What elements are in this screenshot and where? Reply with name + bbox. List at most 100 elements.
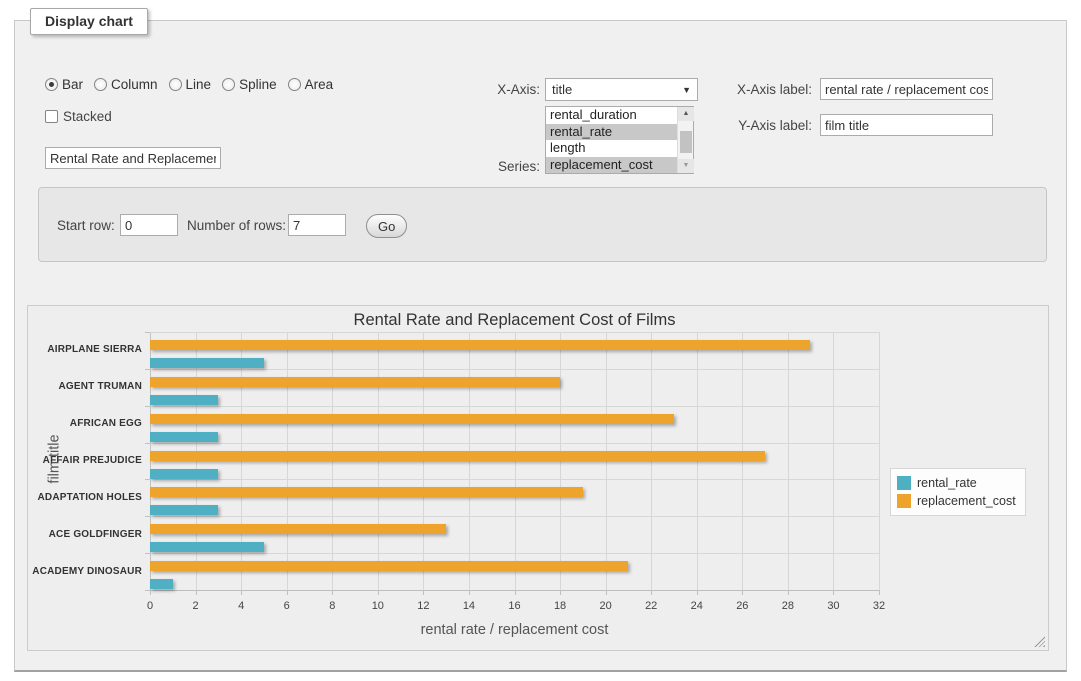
category-label: AFRICAN EGG	[28, 418, 142, 429]
bar-replacement_cost[interactable]	[150, 451, 765, 461]
chart-type-area[interactable]: Area	[288, 77, 334, 92]
category-label: AIRPLANE SIERRA	[28, 344, 142, 355]
yaxis-tick	[145, 406, 150, 407]
series-option-rental_duration[interactable]: rental_duration	[546, 107, 677, 124]
legend-item-rental_rate[interactable]: rental_rate	[897, 474, 1016, 492]
yaxis-tick	[145, 479, 150, 480]
xaxis-tick-label: 6	[270, 600, 304, 612]
radio-icon[interactable]	[222, 78, 235, 91]
gridline-vertical	[833, 332, 834, 590]
go-button[interactable]: Go	[366, 214, 407, 238]
legend-label: rental_rate	[917, 476, 977, 490]
radio-icon[interactable]	[94, 78, 107, 91]
gridline-vertical	[697, 332, 698, 590]
num-rows-label: Number of rows:	[187, 218, 286, 233]
xaxis-tick	[742, 590, 743, 595]
xaxis-label-field-label: X-Axis label:	[702, 82, 812, 97]
num-rows-input[interactable]	[288, 214, 346, 236]
xaxis-tick-label: 32	[862, 600, 896, 612]
chart-type-spline[interactable]: Spline	[222, 77, 277, 92]
yaxis-tick	[145, 443, 150, 444]
radio-icon[interactable]	[45, 78, 58, 91]
xaxis-tick-label: 20	[589, 600, 623, 612]
xaxis-tick-label: 24	[680, 600, 714, 612]
xaxis-tick-label: 26	[725, 600, 759, 612]
chart-type-bar[interactable]: Bar	[45, 77, 83, 92]
xaxis-selected-value: title	[552, 82, 572, 97]
xaxis-tick	[833, 590, 834, 595]
bar-rental_rate[interactable]	[150, 579, 173, 589]
radio-label: Line	[186, 77, 212, 92]
gridline-vertical	[742, 332, 743, 590]
xaxis-tick	[423, 590, 424, 595]
bar-rental_rate[interactable]	[150, 395, 218, 405]
xaxis-tick	[332, 590, 333, 595]
legend-swatch	[897, 476, 911, 490]
chart-type-column[interactable]: Column	[94, 77, 158, 92]
series-option-rental_rate[interactable]: rental_rate	[546, 124, 677, 141]
gridline-horizontal	[150, 516, 879, 517]
xaxis-title: rental rate / replacement cost	[150, 622, 879, 638]
legend-item-replacement_cost[interactable]: replacement_cost	[897, 492, 1016, 510]
xaxis-tick	[378, 590, 379, 595]
series-listbox[interactable]: rental_durationrental_ratelengthreplacem…	[545, 106, 694, 174]
xaxis-tick	[651, 590, 652, 595]
xaxis-select[interactable]: title ▼	[545, 78, 698, 101]
scroll-up-icon[interactable]: ▲	[678, 107, 694, 121]
gridline-vertical	[788, 332, 789, 590]
yaxis-tick	[145, 369, 150, 370]
xaxis-tick-label: 22	[634, 600, 668, 612]
xaxis-tick-label: 18	[543, 600, 577, 612]
bar-rental_rate[interactable]	[150, 358, 264, 368]
scroll-down-icon[interactable]: ▼	[678, 159, 694, 173]
xaxis-tick	[515, 590, 516, 595]
bar-replacement_cost[interactable]	[150, 524, 446, 534]
xaxis-label-input[interactable]	[820, 78, 993, 100]
gridline-horizontal	[150, 332, 879, 333]
xaxis-tick-label: 30	[816, 600, 850, 612]
chart-legend: rental_rate replacement_cost	[890, 468, 1026, 516]
gridline-horizontal	[150, 553, 879, 554]
bar-rental_rate[interactable]	[150, 505, 218, 515]
bar-rental_rate[interactable]	[150, 542, 264, 552]
gridline-vertical	[606, 332, 607, 590]
series-scrollbar[interactable]: ▲ ▼	[677, 107, 693, 173]
yaxis-label-field-label: Y-Axis label:	[702, 118, 812, 133]
bar-rental_rate[interactable]	[150, 432, 218, 442]
xaxis-tick	[606, 590, 607, 595]
bar-rental_rate[interactable]	[150, 469, 218, 479]
gridline-vertical	[287, 332, 288, 590]
chart-type-line[interactable]: Line	[169, 77, 212, 92]
gridline-vertical	[560, 332, 561, 590]
bar-replacement_cost[interactable]	[150, 377, 560, 387]
stacked-checkbox[interactable]	[45, 110, 58, 123]
stacked-option: Stacked	[45, 109, 112, 124]
xaxis-tick-label: 14	[452, 600, 486, 612]
bar-replacement_cost[interactable]	[150, 340, 810, 350]
category-label: ADAPTATION HOLES	[28, 492, 142, 503]
series-option-replacement_cost[interactable]: replacement_cost	[546, 157, 677, 174]
gridline-vertical	[423, 332, 424, 590]
yaxis-label-input[interactable]	[820, 114, 993, 136]
scrollbar-thumb[interactable]	[680, 131, 692, 153]
radio-icon[interactable]	[288, 78, 301, 91]
series-select-label: Series:	[445, 159, 540, 174]
gridline-vertical	[651, 332, 652, 590]
series-option-length[interactable]: length	[546, 140, 677, 157]
radio-label: Spline	[239, 77, 277, 92]
chevron-down-icon: ▼	[682, 85, 691, 95]
bar-replacement_cost[interactable]	[150, 414, 674, 424]
chart-container: Rental Rate and Replacement Cost of Film…	[27, 305, 1049, 651]
bar-replacement_cost[interactable]	[150, 561, 628, 571]
chart-title-input[interactable]	[45, 147, 221, 169]
bar-replacement_cost[interactable]	[150, 487, 583, 497]
start-row-input[interactable]	[120, 214, 178, 236]
xaxis-tick	[560, 590, 561, 595]
yaxis-title: film title	[30, 451, 50, 467]
resize-handle-icon[interactable]	[1034, 636, 1045, 647]
category-label: ACADEMY DINOSAUR	[28, 566, 142, 577]
xaxis-tick	[469, 590, 470, 595]
radio-icon[interactable]	[169, 78, 182, 91]
xaxis-tick-label: 10	[361, 600, 395, 612]
plot-area	[150, 332, 879, 590]
